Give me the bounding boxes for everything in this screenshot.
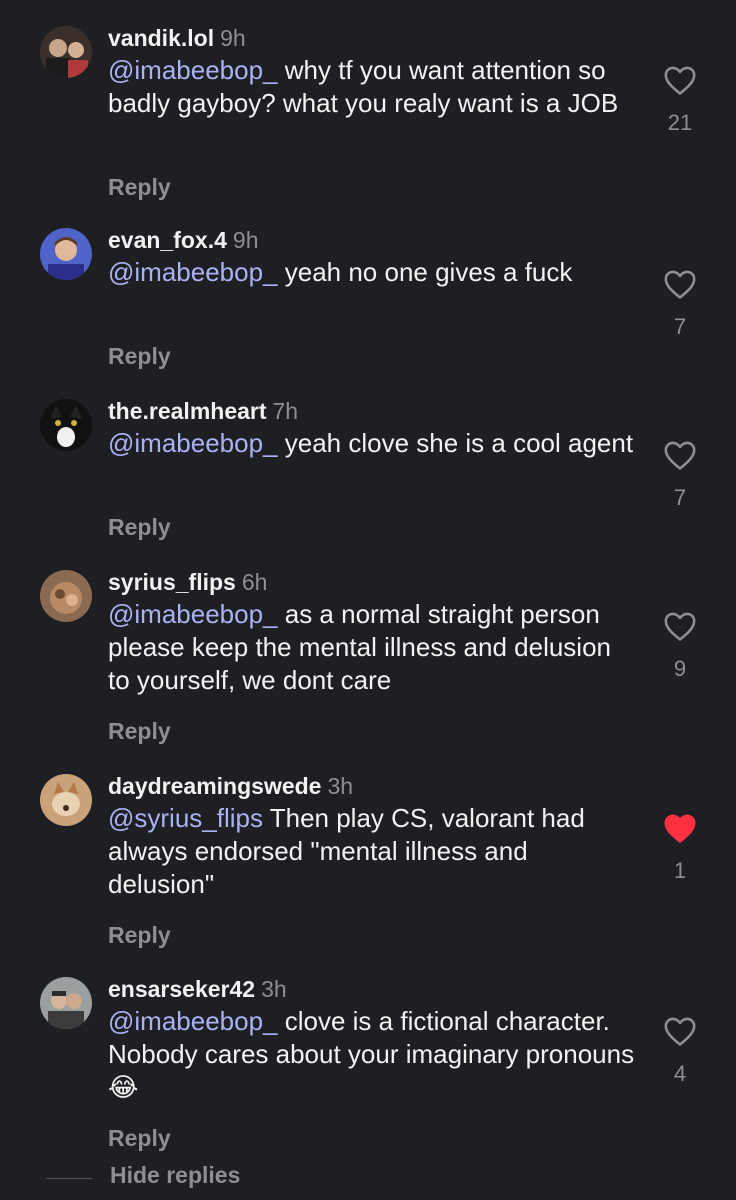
timestamp: 3h xyxy=(261,976,287,1002)
comment-text: @imabeebop_ yeah clove she is a cool age… xyxy=(108,427,638,460)
avatar[interactable] xyxy=(40,774,92,826)
mention-link[interactable]: @imabeebop_ xyxy=(108,599,278,629)
divider-line xyxy=(46,1178,92,1179)
comment-meta: vandik.lol 9h xyxy=(108,24,246,52)
comment-meta: the.realmheart 7h xyxy=(108,397,298,425)
avatar[interactable] xyxy=(40,570,92,622)
like-count: 21 xyxy=(667,110,693,135)
comment-text: @syrius_flips Then play CS, valorant had… xyxy=(108,802,638,901)
username[interactable]: daydreamingswede xyxy=(108,773,321,799)
username[interactable]: evan_fox.4 xyxy=(108,227,227,253)
comment-meta: syrius_flips 6h xyxy=(108,568,267,596)
comment-body: yeah clove she is a cool agent xyxy=(277,428,634,458)
heart-icon xyxy=(664,612,696,641)
laughing-emoji: 😂 xyxy=(108,1073,139,1103)
like-count: 4 xyxy=(673,1061,687,1086)
username[interactable]: vandik.lol xyxy=(108,25,214,51)
like-button[interactable]: 4 xyxy=(656,1015,704,1087)
heart-filled-icon xyxy=(664,814,696,843)
reply-button[interactable]: Reply xyxy=(108,922,171,949)
avatar[interactable] xyxy=(40,26,92,78)
avatar[interactable] xyxy=(40,228,92,280)
mention-link[interactable]: @imabeebop_ xyxy=(108,1006,278,1036)
username[interactable]: syrius_flips xyxy=(108,569,236,595)
heart-icon xyxy=(664,66,696,95)
mention-link[interactable]: @imabeebop_ xyxy=(108,428,278,458)
like-button[interactable]: 7 xyxy=(656,268,704,340)
reply-button[interactable]: Reply xyxy=(108,174,171,201)
comment-meta: evan_fox.4 9h xyxy=(108,226,259,254)
comment-body: yeah no one gives a fuck xyxy=(277,257,573,287)
like-count: 7 xyxy=(673,485,687,510)
mention-link[interactable]: @imabeebop_ xyxy=(108,257,278,287)
like-button[interactable]: 9 xyxy=(656,610,704,682)
comment-meta: ensarseker42 3h xyxy=(108,975,287,1003)
timestamp: 9h xyxy=(220,25,246,51)
reply-button[interactable]: Reply xyxy=(108,514,171,541)
mention-link[interactable]: @imabeebop_ xyxy=(108,55,278,85)
comment-text: @imabeebop_ clove is a fictional charact… xyxy=(108,1005,638,1105)
reply-button[interactable]: Reply xyxy=(108,1125,171,1152)
timestamp: 6h xyxy=(241,569,268,595)
comment-text: @imabeebop_ as a normal straight person … xyxy=(108,598,638,697)
like-button[interactable]: 7 xyxy=(656,439,704,511)
timestamp: 7h xyxy=(272,398,299,424)
avatar[interactable] xyxy=(40,399,92,451)
hide-replies-button[interactable]: Hide replies xyxy=(110,1162,240,1189)
like-button[interactable]: 21 xyxy=(656,64,704,136)
reply-button[interactable]: Reply xyxy=(108,718,171,745)
username[interactable]: ensarseker42 xyxy=(108,976,255,1002)
like-count: 9 xyxy=(673,656,687,681)
avatar[interactable] xyxy=(40,977,92,1029)
like-count: 7 xyxy=(673,314,687,339)
comment-text: @imabeebop_ why tf you want attention so… xyxy=(108,54,638,120)
heart-icon xyxy=(664,1017,696,1046)
hide-replies-row[interactable]: Hide replies xyxy=(0,1160,736,1196)
username[interactable]: the.realmheart xyxy=(108,398,267,424)
heart-icon xyxy=(664,441,696,470)
mention-link[interactable]: @syrius_flips xyxy=(108,803,263,833)
comment-meta: daydreamingswede 3h xyxy=(108,772,353,800)
like-count: 1 xyxy=(673,858,687,883)
timestamp: 3h xyxy=(327,773,354,799)
comment-text: @imabeebop_ yeah no one gives a fuck xyxy=(108,256,638,289)
comments-thread: vandik.lol 9h @imabeebop_ why tf you want… xyxy=(0,0,736,1200)
like-button[interactable]: 1 xyxy=(656,812,704,884)
heart-icon xyxy=(664,270,696,299)
reply-button[interactable]: Reply xyxy=(108,343,171,370)
timestamp: 9h xyxy=(232,227,259,253)
